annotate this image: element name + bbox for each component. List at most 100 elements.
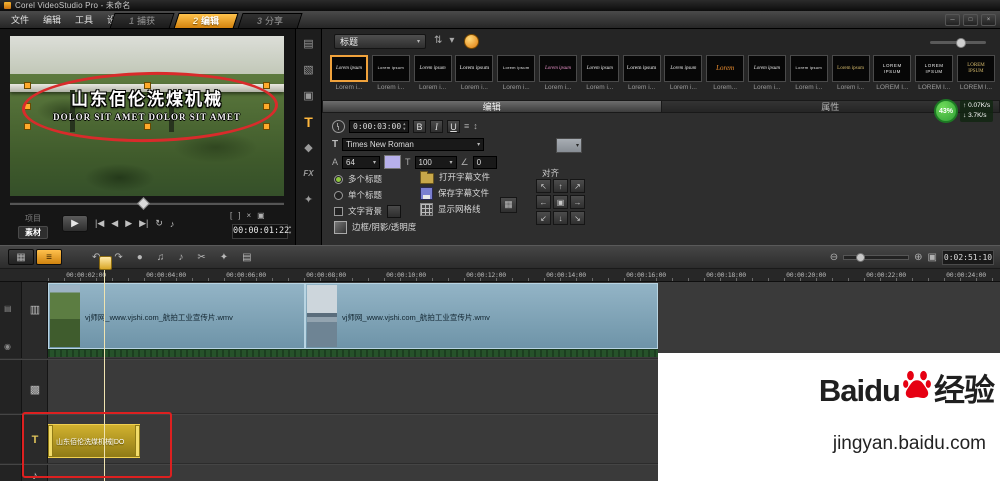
view-options-icon[interactable]: ▾ — [449, 35, 454, 46]
step-capture[interactable]: 1捕获 — [109, 13, 174, 29]
font-size-dropdown[interactable]: 64▾ — [342, 156, 380, 169]
library-thumb[interactable]: Lorem ipsumLorem i... — [748, 55, 786, 97]
frame-icon[interactable]: ▣ — [299, 87, 319, 104]
step-share[interactable]: 3分享 — [237, 13, 302, 29]
open-subtitle-label[interactable]: 打开字幕文件 — [439, 171, 490, 183]
sound-mixer-icon[interactable]: ♫ — [157, 252, 165, 263]
resize-handle[interactable] — [24, 123, 31, 130]
align-cell-button[interactable]: ↖ — [536, 179, 551, 193]
scrubber-thumb[interactable] — [137, 197, 150, 210]
align-cell-button[interactable]: ↑ — [553, 179, 568, 193]
italic-button[interactable]: I — [430, 120, 443, 133]
grid-options-button[interactable]: ▦ — [500, 197, 517, 213]
zoom-in-icon[interactable]: ⊕ — [914, 252, 922, 263]
library-thumb[interactable]: Lorem ipsumLorem i... — [497, 55, 535, 97]
volume-button[interactable]: ♪ — [170, 219, 175, 229]
library-thumb[interactable]: LoremLorem... — [706, 55, 744, 97]
gallery-zoom-thumb[interactable] — [956, 38, 966, 48]
track-manager-icon[interactable]: ▤ — [242, 252, 251, 263]
split-clip-icon[interactable]: ✂ — [197, 252, 205, 263]
resize-handle[interactable] — [263, 82, 270, 89]
library-thumb[interactable]: Lorem ipsumLorem i... — [330, 55, 368, 97]
library-thumb[interactable]: Lorem ipsumLorem i... — [414, 55, 452, 97]
mode-clip-button[interactable]: 素材 — [18, 226, 48, 239]
resize-handle[interactable] — [263, 123, 270, 130]
library-thumb[interactable]: LOREM IPSUMLOREM I... — [957, 55, 995, 97]
text-align-icon[interactable]: ≡ — [464, 121, 469, 131]
du ration-field[interactable]: 0:00:03:00▲▼ — [349, 120, 409, 133]
library-thumb[interactable]: Lorem ipsumLorem i... — [581, 55, 619, 97]
zoom-slider-thumb[interactable] — [856, 253, 865, 262]
backdrop-options-button[interactable] — [387, 205, 401, 218]
library-thumb[interactable]: Lorem ipsumLorem i... — [623, 55, 661, 97]
library-thumb[interactable]: LOREM IPSUMLOREM I... — [915, 55, 953, 97]
timeline-ruler[interactable]: 00:00:02:0000:00:04:0000:00:06:0000:00:0… — [0, 269, 1000, 282]
badge-icon[interactable] — [464, 34, 479, 49]
maximize-button[interactable]: □ — [963, 14, 978, 26]
timeline-view-button[interactable]: ≡ — [36, 249, 62, 265]
font-dropdown[interactable]: Times New Roman▾ — [342, 138, 484, 151]
auto-music-icon[interactable]: ♪ — [178, 252, 183, 263]
motion-icon[interactable]: ✦ — [299, 191, 319, 208]
save-subtitle-label[interactable]: 保存字幕文件 — [438, 187, 489, 199]
video-clip-1[interactable]: vj师网_www.vjshi.com_航拍工业宣传片.wmv — [48, 283, 305, 349]
align-cell-button[interactable]: ↓ — [553, 211, 568, 225]
gallery-zoom-slider[interactable] — [930, 41, 986, 44]
storyboard-view-button[interactable]: ▦ — [8, 249, 34, 265]
align-cell-button[interactable]: ↗ — [570, 179, 585, 193]
gallery-category-dropdown[interactable]: 标题 ▾ — [334, 34, 426, 49]
title-icon[interactable]: T — [299, 113, 319, 130]
align-cell-button[interactable]: → — [570, 195, 585, 209]
align-cell-button[interactable]: ↘ — [570, 211, 585, 225]
underline-button[interactable]: U — [447, 120, 460, 133]
next-frame-button[interactable]: ▶ — [125, 218, 132, 229]
video-clip-2[interactable]: vj师网_www.vjshi.com_航拍工业宣传片.wmv — [305, 283, 658, 349]
repeat-button[interactable]: ↻ — [155, 218, 163, 229]
text-color-swatch[interactable] — [384, 155, 401, 169]
vertical-text-icon[interactable]: ↕ — [473, 121, 478, 131]
multiple-titles-radio[interactable] — [334, 175, 343, 184]
sort-icon[interactable]: ⇅ — [434, 35, 442, 46]
playhead-grip[interactable] — [99, 256, 112, 270]
menu-file[interactable]: 文件 — [4, 11, 36, 28]
tab-edit[interactable]: 编辑 — [322, 100, 662, 113]
end-button[interactable]: ▶| — [139, 218, 148, 229]
mode-project-button[interactable]: 项目 — [18, 213, 48, 224]
filter-icon[interactable]: FX — [299, 165, 319, 182]
mark-in-button[interactable]: [ — [230, 211, 232, 220]
library-thumb[interactable]: Lorem ipsumLorem i... — [790, 55, 828, 97]
redo-icon[interactable]: ↷ — [114, 252, 122, 263]
border-shadow-label[interactable]: 边框/阴影/透明度 — [352, 221, 416, 233]
media-library-icon[interactable]: ▤ — [299, 35, 319, 52]
text-backdrop-checkbox[interactable] — [334, 207, 343, 216]
menu-edit[interactable]: 编辑 — [36, 11, 68, 28]
angle-field[interactable]: 0 — [473, 156, 497, 169]
play-button[interactable]: ▶ — [62, 215, 88, 232]
overlay-track-icon[interactable]: ▩ — [26, 382, 44, 398]
graphics-icon[interactable]: ◆ — [299, 139, 319, 156]
minimize-button[interactable]: ─ — [945, 14, 960, 26]
align-cell-button[interactable]: ↙ — [536, 211, 551, 225]
video-track-icon[interactable]: ▥ — [26, 302, 44, 318]
enlarge-preview-button[interactable]: ▣ — [257, 211, 265, 220]
record-capture-icon[interactable]: ● — [137, 252, 143, 263]
style-preset-dropdown[interactable]: ▾ — [556, 138, 582, 153]
library-thumb[interactable]: Lorem ipsumLorem i... — [664, 55, 702, 97]
ripple-edit-icon[interactable]: ▤ — [4, 304, 12, 313]
step-edit[interactable]: 2编辑 — [173, 13, 238, 29]
transitions-icon[interactable]: ▧ — [299, 61, 319, 78]
preview-scrubber[interactable] — [10, 198, 284, 207]
library-thumb[interactable]: Lorem ipsumLorem i... — [372, 55, 410, 97]
align-cell-button[interactable]: ← — [536, 195, 551, 209]
menu-tools[interactable]: 工具 — [68, 11, 100, 28]
bold-button[interactable]: B — [413, 120, 426, 133]
library-thumb[interactable]: Lorem ipsumLorem i... — [539, 55, 577, 97]
resize-handle[interactable] — [24, 82, 31, 89]
single-title-radio[interactable] — [334, 191, 343, 200]
library-thumb[interactable]: LOREM IPSUMLOREM I... — [873, 55, 911, 97]
home-button[interactable]: |◀ — [95, 218, 104, 229]
pan-zoom-icon[interactable]: ✦ — [220, 252, 228, 263]
line-spacing-dropdown[interactable]: 100▾ — [415, 156, 457, 169]
zoom-out-icon[interactable]: ⊖ — [830, 252, 838, 263]
prev-frame-button[interactable]: ◀ — [111, 218, 118, 229]
